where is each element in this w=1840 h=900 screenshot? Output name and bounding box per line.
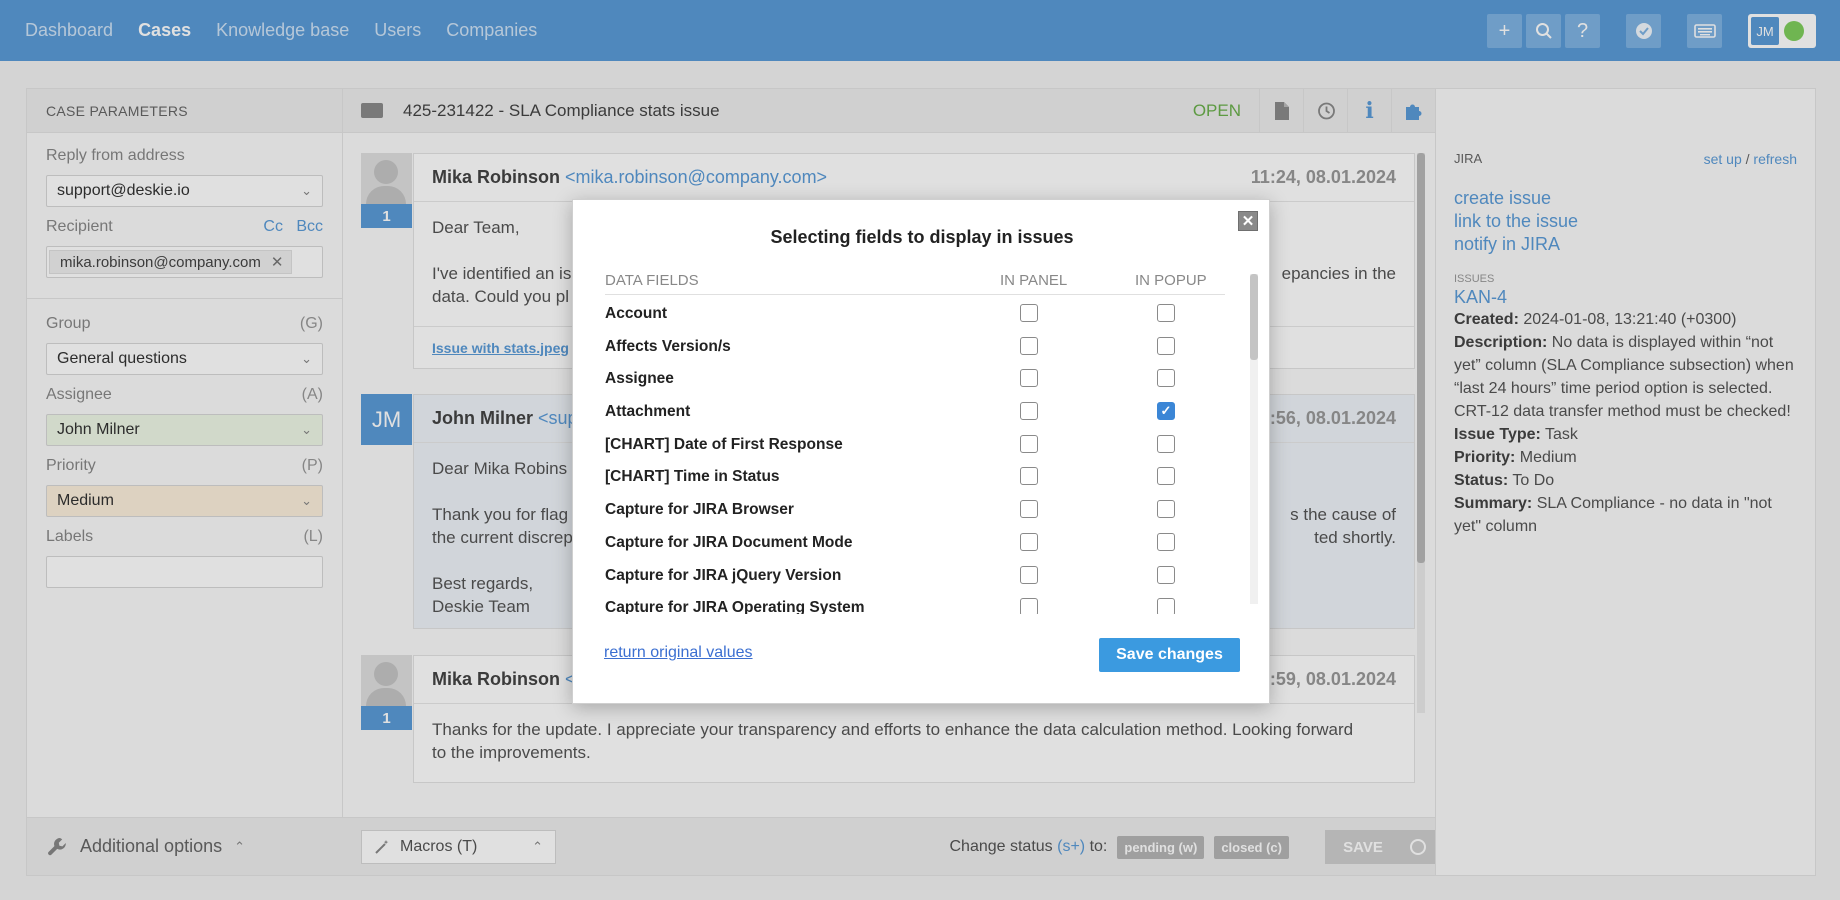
- field-name: [CHART] Date of First Response: [605, 435, 843, 453]
- in-popup-checkbox[interactable]: [1157, 304, 1175, 322]
- field-name: Capture for JIRA jQuery Version: [605, 566, 842, 584]
- table-row: Account: [605, 298, 1225, 331]
- in-popup-checkbox[interactable]: [1157, 467, 1175, 486]
- field-name: Capture for JIRA Document Mode: [605, 533, 853, 551]
- table-row: Capture for JIRA jQuery Version: [605, 560, 1225, 593]
- table-row: Capture for JIRA Document Mode: [605, 527, 1225, 560]
- col-data-fields: DATA FIELDS: [605, 272, 699, 289]
- in-popup-checkbox[interactable]: [1157, 565, 1175, 584]
- table-row: Attachment ✓: [605, 396, 1225, 429]
- dialog-title: Selecting fields to display in issues: [770, 227, 1074, 247]
- in-popup-checkbox[interactable]: [1157, 336, 1175, 355]
- save-changes-button[interactable]: Save changes: [1099, 638, 1240, 672]
- col-in-popup: IN POPUP: [1135, 272, 1207, 289]
- field-name: Affects Version/s: [605, 337, 731, 355]
- in-panel-checkbox[interactable]: [1020, 402, 1038, 421]
- in-popup-checkbox[interactable]: [1157, 598, 1175, 614]
- in-panel-checkbox[interactable]: [1020, 434, 1038, 453]
- table-row: Capture for JIRA Browser: [605, 494, 1225, 527]
- in-panel-checkbox[interactable]: [1020, 304, 1038, 322]
- field-name: Account: [605, 305, 667, 322]
- field-list: Account Affects Version/s Assignee Attachme…: [605, 298, 1225, 614]
- table-row: Assignee: [605, 363, 1225, 396]
- in-panel-checkbox[interactable]: [1020, 467, 1038, 486]
- in-popup-checkbox[interactable]: [1157, 500, 1175, 519]
- table-header: DATA FIELDS IN PANEL IN POPUP: [605, 269, 1225, 295]
- in-popup-checkbox[interactable]: [1157, 434, 1175, 453]
- field-name: Attachment: [605, 403, 691, 421]
- return-original-values-link[interactable]: return original values: [604, 644, 753, 662]
- in-panel-checkbox[interactable]: [1020, 369, 1038, 388]
- table-row: [CHART] Time in Status: [605, 461, 1225, 494]
- table-row: Affects Version/s: [605, 331, 1225, 364]
- field-name: Assignee: [605, 370, 674, 388]
- table-row: Capture for JIRA Operating System: [605, 592, 1225, 614]
- in-panel-checkbox[interactable]: [1020, 532, 1038, 551]
- field-list-scrollbar[interactable]: [1250, 274, 1258, 604]
- field-selection-dialog: ✕ Selecting fields to display in issues …: [572, 199, 1270, 704]
- col-in-panel: IN PANEL: [1000, 272, 1068, 289]
- in-popup-checkbox[interactable]: [1157, 532, 1175, 551]
- in-panel-checkbox[interactable]: [1020, 598, 1038, 614]
- in-panel-checkbox[interactable]: [1020, 565, 1038, 584]
- field-name: [CHART] Time in Status: [605, 468, 780, 486]
- in-popup-checkbox[interactable]: [1157, 369, 1175, 388]
- field-name: Capture for JIRA Browser: [605, 501, 794, 519]
- in-panel-checkbox[interactable]: [1020, 336, 1038, 355]
- field-name: Capture for JIRA Operating System: [605, 599, 865, 614]
- in-popup-checkbox[interactable]: ✓: [1157, 402, 1175, 421]
- table-row: [CHART] Date of First Response: [605, 429, 1225, 462]
- in-panel-checkbox[interactable]: [1020, 500, 1038, 519]
